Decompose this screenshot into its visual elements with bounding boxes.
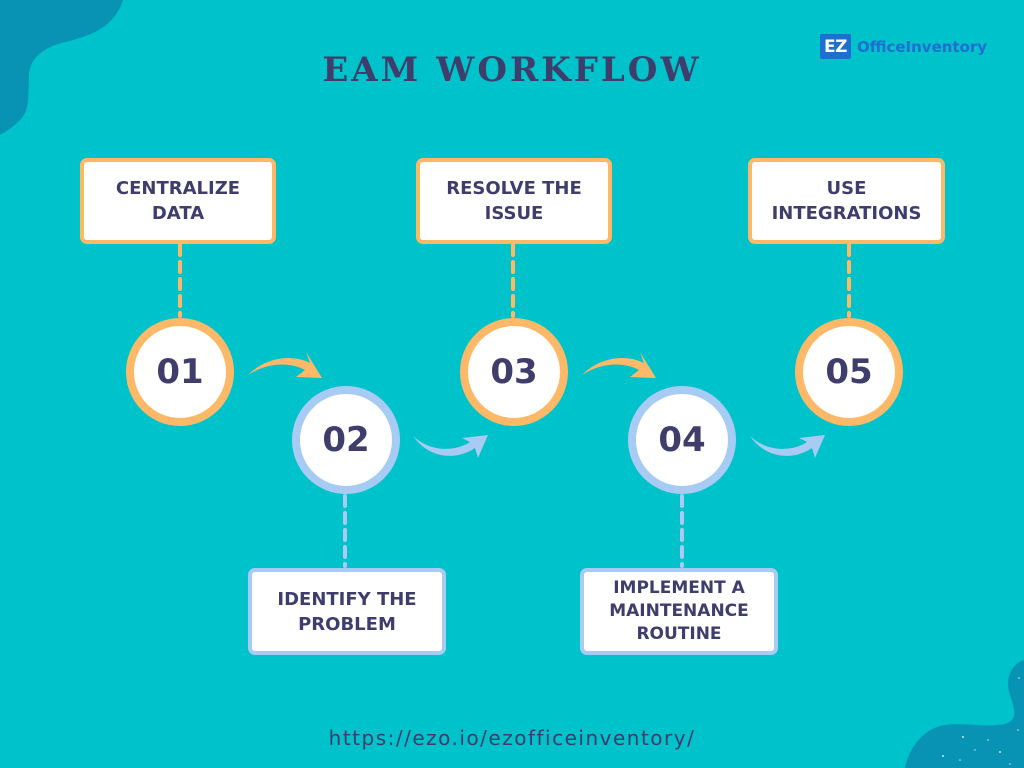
step-label: RESOLVE THE ISSUE [446, 178, 582, 224]
step-05-circle: 05 [795, 318, 903, 426]
step-label: USE INTEGRATIONS [771, 178, 922, 224]
step-01-label-box: CENTRALIZE DATA [80, 158, 276, 244]
step-04-circle: 04 [628, 386, 736, 494]
step-number: 01 [156, 352, 204, 392]
step-04-label-box: IMPLEMENT A MAINTENANCE ROUTINE [580, 568, 778, 655]
step-02-label-box: IDENTIFY THE PROBLEM [248, 568, 446, 655]
step-03-label-box: RESOLVE THE ISSUE [416, 158, 612, 244]
footer-url-link[interactable]: https://ezo.io/ezofficeinventory/ [0, 726, 1024, 750]
arrow-04-to-05 [750, 435, 825, 458]
arrow-03-to-04 [582, 352, 656, 378]
step-02-circle: 02 [292, 386, 400, 494]
step-number: 04 [658, 420, 706, 460]
arrow-02-to-03 [413, 435, 488, 458]
logo-badge-icon: EZ [820, 34, 851, 59]
step-number: 02 [322, 420, 370, 460]
logo-text: OfficeInventory [857, 37, 988, 56]
brand-logo: EZ OfficeInventory [820, 34, 987, 59]
step-label: IDENTIFY THE PROBLEM [277, 588, 417, 635]
step-label: CENTRALIZE DATA [115, 178, 241, 224]
bottom-right-blob [905, 660, 1024, 768]
step-01-circle: 01 [126, 318, 234, 426]
step-number: 05 [825, 352, 873, 392]
arrow-01-to-02 [248, 352, 322, 378]
step-03-circle: 03 [460, 318, 568, 426]
step-label: IMPLEMENT A MAINTENANCE ROUTINE [609, 578, 749, 644]
step-05-label-box: USE INTEGRATIONS [748, 158, 945, 244]
step-number: 03 [490, 352, 538, 392]
